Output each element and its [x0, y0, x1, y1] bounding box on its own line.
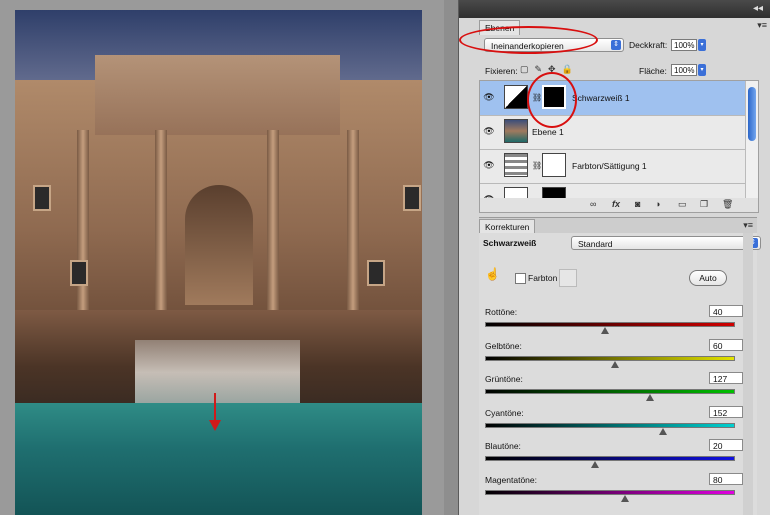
slider-track[interactable]	[485, 489, 735, 495]
slider-value-field[interactable]: 60	[709, 338, 743, 351]
attic-statues	[95, 55, 340, 135]
slider-track[interactable]	[485, 322, 735, 327]
annotation-arrow	[214, 393, 216, 423]
slider-knob[interactable]	[601, 327, 609, 334]
chevron-down-icon[interactable]: ▾	[698, 39, 706, 51]
tint-checkbox[interactable]	[515, 273, 526, 284]
layer-name: Ebene 1	[532, 127, 564, 137]
mask-icon[interactable]: ◙	[635, 199, 640, 209]
preset-select[interactable]: Standard ⇕	[571, 236, 761, 250]
document-canvas[interactable]	[0, 0, 444, 515]
layer-list: 👁 ⛓ Schwarzweiß 1 👁 Ebene 1 👁 ⛓ Farbton/…	[479, 80, 759, 200]
slider-value-field[interactable]: 80	[709, 472, 743, 485]
slider-label: Cyantöne:	[485, 407, 524, 418]
window	[33, 185, 51, 211]
layers-scrollbar[interactable]	[745, 81, 758, 199]
slider-knob[interactable]	[621, 494, 629, 502]
image-thumbnail	[504, 119, 528, 143]
slider-label: Magentatöne:	[485, 474, 537, 485]
chevron-updown-icon: ⇕	[611, 40, 621, 50]
slider-track[interactable]	[485, 456, 735, 461]
slider-value-field[interactable]: 127	[709, 372, 743, 384]
slider-row: Grüntöne: 127	[485, 372, 743, 404]
layer-name: Farbton/Sättigung 1	[572, 161, 647, 171]
chain-icon[interactable]: ⛓	[532, 161, 542, 170]
fill-field[interactable]: 100%	[671, 64, 697, 76]
slider-knob[interactable]	[658, 427, 667, 435]
slider-label: Gelbtöne:	[485, 340, 522, 351]
tint-color-swatch[interactable]	[559, 269, 577, 287]
slider-knob[interactable]	[611, 360, 619, 368]
adjustment-title: Schwarzweiß	[483, 238, 537, 248]
window	[70, 260, 88, 286]
tint-label: Farbton	[528, 273, 558, 283]
fx-icon[interactable]: fx	[612, 199, 620, 209]
fill-label: Fläche:	[639, 66, 667, 76]
lock-label: Fixieren:	[485, 66, 518, 76]
chevron-down-icon[interactable]: ▾	[698, 64, 706, 76]
slider-row: Gelbtöne: 60	[485, 338, 743, 371]
annotation-ellipse-mask	[527, 72, 577, 128]
adjustment-thumbnail	[504, 85, 528, 109]
slider-row: Rottöne: 40	[485, 305, 743, 337]
panel-menu-icon[interactable]: ▾≡	[757, 20, 767, 31]
column	[267, 130, 279, 310]
group-icon[interactable]: ▭	[678, 199, 687, 210]
annotation-arrow-head	[209, 420, 221, 431]
slider-knob[interactable]	[646, 394, 654, 401]
scroll-thumb[interactable]	[748, 87, 756, 141]
new-layer-icon[interactable]: ❐	[700, 199, 708, 210]
slider-label: Blautöne:	[485, 441, 521, 451]
mask-thumbnail[interactable]	[542, 153, 566, 177]
adjustment-thumbnail	[504, 153, 528, 177]
preset-value: Standard	[578, 239, 613, 249]
slider-label: Rottöne:	[485, 307, 518, 317]
slider-row: Cyantöne: 152	[485, 405, 743, 438]
layers-toolbar: ∞ fx ◙ ◑ ▭ ❐ 🗑	[479, 198, 759, 213]
slider-track[interactable]	[485, 355, 735, 361]
column	[155, 130, 167, 310]
central-niche	[185, 185, 253, 305]
slider-track[interactable]	[485, 389, 735, 394]
layer-name: Schwarzweiß 1	[572, 93, 630, 103]
waterfall	[135, 340, 300, 405]
dock-titlebar: ◂◂	[459, 0, 770, 18]
adjustment-icon[interactable]: ◑	[655, 199, 660, 209]
layer-row-ebene[interactable]: 👁 Ebene 1	[480, 115, 746, 150]
slider-knob[interactable]	[591, 461, 599, 468]
layer-row-farbton[interactable]: 👁 ⛓ Farbton/Sättigung 1	[480, 149, 746, 184]
eye-icon[interactable]: 👁	[483, 125, 495, 137]
targeted-adjust-icon[interactable]: ☝	[485, 267, 500, 281]
tab-corrections[interactable]: Korrekturen	[479, 219, 536, 234]
corrections-scrollbar[interactable]	[743, 233, 753, 515]
column	[347, 130, 359, 310]
panel-dock: ◂◂ Ebenen ▾≡ Ineinanderkopieren ⇕ Deckkr…	[458, 0, 770, 515]
opacity-label: Deckkraft:	[629, 40, 668, 50]
slider-row: Blautöne: 20	[485, 439, 743, 471]
slider-value-field[interactable]: 152	[709, 405, 743, 418]
eye-icon[interactable]: 👁	[483, 91, 495, 103]
slider-value-field[interactable]: 40	[709, 305, 743, 317]
slider-row: Magentatöne: 80	[485, 472, 743, 505]
corrections-body: Schwarzweiß Standard ⇕ ☝ Farbton Auto Ro…	[479, 233, 761, 515]
panel-menu-icon[interactable]: ▾≡	[743, 220, 753, 231]
window	[403, 185, 421, 211]
slider-label: Grüntöne:	[485, 374, 523, 384]
slider-value-field[interactable]: 20	[709, 439, 743, 451]
link-icon[interactable]: ∞	[590, 199, 596, 209]
slider-track[interactable]	[485, 422, 735, 428]
annotation-ellipse-blend	[459, 26, 598, 54]
collapse-icon[interactable]: ◂◂	[753, 3, 763, 14]
window	[367, 260, 385, 286]
corrections-header: Korrekturen ▾≡	[479, 217, 757, 234]
trash-icon[interactable]: 🗑	[722, 199, 733, 210]
trevi-fountain-photo	[15, 10, 422, 515]
layer-row-schwarzweiss[interactable]: 👁 ⛓ Schwarzweiß 1	[480, 81, 746, 116]
auto-button[interactable]: Auto	[689, 270, 727, 286]
eye-icon[interactable]: 👁	[483, 159, 495, 171]
opacity-field[interactable]: 100%	[671, 39, 697, 51]
